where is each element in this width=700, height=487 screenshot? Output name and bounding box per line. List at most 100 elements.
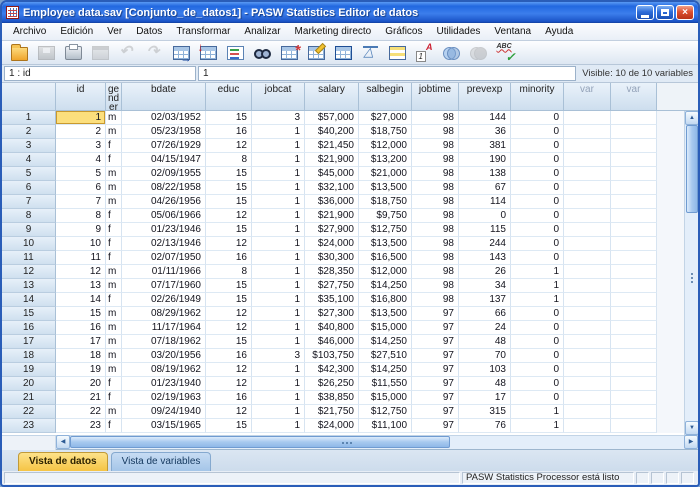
cell-var[interactable] [611,125,657,139]
cell-gender[interactable]: f [106,391,122,405]
cell-prevexp[interactable]: 67 [459,181,511,195]
spell-check-button[interactable] [492,42,518,63]
cell-prevexp[interactable]: 48 [459,335,511,349]
cell-var[interactable] [564,125,611,139]
cell-salbegin[interactable]: $16,800 [359,293,412,307]
cell-jobcat[interactable]: 1 [252,237,305,251]
cell-bdate[interactable]: 02/09/1955 [122,167,206,181]
horizontal-scroll-thumb[interactable] [70,436,450,448]
cell-educ[interactable]: 15 [206,279,252,293]
cell-prevexp[interactable]: 244 [459,237,511,251]
column-header-educ[interactable]: educ [206,83,252,111]
cell-minority[interactable]: 1 [511,405,564,419]
vertical-scrollbar[interactable]: ▲ ▼ [684,111,698,435]
cell-var[interactable] [564,363,611,377]
cell-salbegin[interactable]: $21,000 [359,167,412,181]
scroll-left-arrow[interactable]: ◀ [56,435,70,449]
cell-var[interactable] [611,265,657,279]
cell-salary[interactable]: $35,100 [305,293,359,307]
cell-minority[interactable]: 0 [511,153,564,167]
cell-gender[interactable]: m [106,195,122,209]
row-number[interactable]: 2 [2,125,56,139]
cell-var[interactable] [564,391,611,405]
cell-salary[interactable]: $103,750 [305,349,359,363]
row-number[interactable]: 19 [2,363,56,377]
cell-jobtime[interactable]: 97 [412,419,459,433]
cell-var[interactable] [564,349,611,363]
cell-salbegin[interactable]: $9,750 [359,209,412,223]
cell-minority[interactable]: 1 [511,265,564,279]
cell-gender[interactable]: m [106,349,122,363]
cell-gender[interactable]: m [106,265,122,279]
cell-jobcat[interactable]: 1 [252,293,305,307]
cell-minority[interactable]: 1 [511,419,564,433]
cell-gender[interactable]: m [106,405,122,419]
cell-jobtime[interactable]: 98 [412,209,459,223]
menu-item-analizar[interactable]: Analizar [237,24,287,39]
cell-jobcat[interactable]: 1 [252,167,305,181]
scroll-right-arrow[interactable]: ▶ [684,435,698,449]
menu-item-datos[interactable]: Datos [129,24,169,39]
cell-var[interactable] [564,181,611,195]
cell-var[interactable] [564,237,611,251]
vertical-splitter-handle[interactable] [691,273,693,283]
cell-prevexp[interactable]: 0 [459,209,511,223]
cell-id[interactable]: 3 [56,139,106,153]
cell-minority[interactable]: 0 [511,139,564,153]
cell-var[interactable] [564,419,611,433]
row-number[interactable]: 20 [2,377,56,391]
cell-var[interactable] [611,111,657,125]
cell-bdate[interactable]: 04/15/1947 [122,153,206,167]
cell-educ[interactable]: 12 [206,307,252,321]
cell-salbegin[interactable]: $14,250 [359,279,412,293]
cell-jobcat[interactable]: 3 [252,349,305,363]
column-header-salary[interactable]: salary [305,83,359,111]
row-number[interactable]: 23 [2,419,56,433]
cell-jobcat[interactable]: 1 [252,265,305,279]
cell-bdate[interactable]: 04/26/1956 [122,195,206,209]
cell-educ[interactable]: 15 [206,181,252,195]
cell-var[interactable] [611,293,657,307]
cell-bdate[interactable]: 07/17/1960 [122,279,206,293]
cell-bdate[interactable]: 07/26/1929 [122,139,206,153]
cell-bdate[interactable]: 02/07/1950 [122,251,206,265]
cell-var[interactable] [611,419,657,433]
column-header-prevexp[interactable]: prevexp [459,83,511,111]
cell-educ[interactable]: 12 [206,363,252,377]
cell-bdate[interactable]: 08/22/1958 [122,181,206,195]
column-header-id[interactable]: id [56,83,106,111]
cell-jobcat[interactable]: 1 [252,405,305,419]
cell-salbegin[interactable]: $18,750 [359,125,412,139]
cell-jobcat[interactable]: 1 [252,125,305,139]
cell-jobtime[interactable]: 98 [412,139,459,153]
cell-var[interactable] [564,307,611,321]
column-header-minority[interactable]: minority [511,83,564,111]
undo-button[interactable] [114,42,140,63]
cell-prevexp[interactable]: 381 [459,139,511,153]
column-header-var[interactable]: var [564,83,611,111]
menu-item-utilidades[interactable]: Utilidades [429,24,487,39]
cell-bdate[interactable]: 02/19/1963 [122,391,206,405]
cell-id[interactable]: 9 [56,223,106,237]
insert-cases-button[interactable] [276,42,302,63]
cell-prevexp[interactable]: 115 [459,223,511,237]
cell-minority[interactable]: 0 [511,307,564,321]
insert-variable-button[interactable] [303,42,329,63]
cell-prevexp[interactable]: 26 [459,265,511,279]
cell-jobcat[interactable]: 1 [252,391,305,405]
cell-minority[interactable]: 0 [511,321,564,335]
cell-salary[interactable]: $21,450 [305,139,359,153]
cell-jobcat[interactable]: 1 [252,195,305,209]
row-number[interactable]: 4 [2,153,56,167]
cell-jobtime[interactable]: 97 [412,349,459,363]
cell-gender[interactable]: f [106,153,122,167]
cell-id[interactable]: 6 [56,181,106,195]
cell-var[interactable] [611,153,657,167]
cell-salbegin[interactable]: $11,550 [359,377,412,391]
row-number[interactable]: 22 [2,405,56,419]
cell-jobtime[interactable]: 98 [412,153,459,167]
cell-gender[interactable]: m [106,181,122,195]
cell-jobtime[interactable]: 98 [412,223,459,237]
cell-jobtime[interactable]: 97 [412,391,459,405]
row-number[interactable]: 21 [2,391,56,405]
